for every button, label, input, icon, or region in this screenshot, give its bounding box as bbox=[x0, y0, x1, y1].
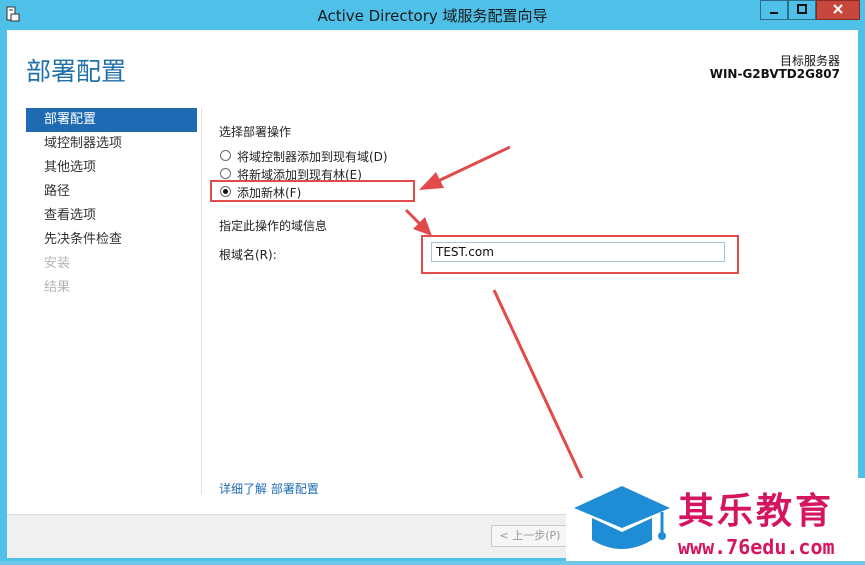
wizard-nav: 部署配置 域控制器选项 其他选项 路径 查看选项 先决条件检查 安装 结果 bbox=[26, 108, 197, 300]
domain-info-heading: 指定此操作的域信息 bbox=[219, 219, 328, 233]
highlight-box-new-forest bbox=[210, 180, 415, 202]
highlight-box-root-domain bbox=[421, 235, 739, 274]
watermark-brand: 其乐教育 bbox=[678, 491, 835, 532]
close-icon bbox=[833, 4, 843, 14]
option-add-dc-existing-domain-label[interactable]: 将域控制器添加到现有域(D) bbox=[237, 148, 388, 165]
learn-more-link[interactable]: 详细了解 部署配置 bbox=[219, 480, 319, 497]
wizard-window: Active Directory 域服务配置向导 部署配置 目标服务器 WIN-… bbox=[0, 0, 865, 561]
nav-item-results: 结果 bbox=[44, 280, 71, 295]
deployment-operation-heading: 选择部署操作 bbox=[219, 125, 292, 139]
watermark-logo: 其乐教育 www.76edu.com bbox=[566, 478, 865, 561]
nav-item-review-options[interactable]: 查看选项 bbox=[26, 204, 197, 228]
nav-item-dc-options[interactable]: 域控制器选项 bbox=[26, 132, 197, 156]
title-bar: Active Directory 域服务配置向导 bbox=[0, 0, 865, 30]
nav-item-installation: 安装 bbox=[44, 256, 71, 271]
nav-item-paths[interactable]: 路径 bbox=[26, 180, 197, 204]
maximize-icon bbox=[797, 4, 807, 14]
radio-add-domain-existing-forest[interactable] bbox=[220, 168, 231, 179]
nav-item-deployment-config[interactable]: 部署配置 bbox=[26, 108, 197, 132]
maximize-button[interactable] bbox=[788, 0, 816, 20]
nav-item-prerequisites-check[interactable]: 先决条件检查 bbox=[26, 228, 197, 252]
page-title: 部署配置 bbox=[26, 57, 127, 86]
target-server-name: WIN-G2BVTD2G807 bbox=[709, 67, 840, 81]
nav-item-additional-options[interactable]: 其他选项 bbox=[26, 156, 197, 180]
window-title: Active Directory 域服务配置向导 bbox=[317, 7, 548, 25]
radio-add-dc-existing-domain[interactable] bbox=[220, 150, 231, 161]
wizard-header: 部署配置 目标服务器 WIN-G2BVTD2G807 bbox=[7, 30, 858, 102]
previous-button[interactable]: < 上一步(P) bbox=[491, 525, 569, 547]
minimize-icon bbox=[770, 12, 778, 14]
minimize-button[interactable] bbox=[760, 0, 788, 20]
root-domain-label: 根域名(R): bbox=[219, 248, 277, 262]
close-button[interactable] bbox=[816, 0, 860, 20]
nav-divider bbox=[201, 108, 202, 494]
graduation-cap-icon bbox=[574, 486, 670, 549]
watermark-url: www.76edu.com bbox=[678, 535, 835, 559]
